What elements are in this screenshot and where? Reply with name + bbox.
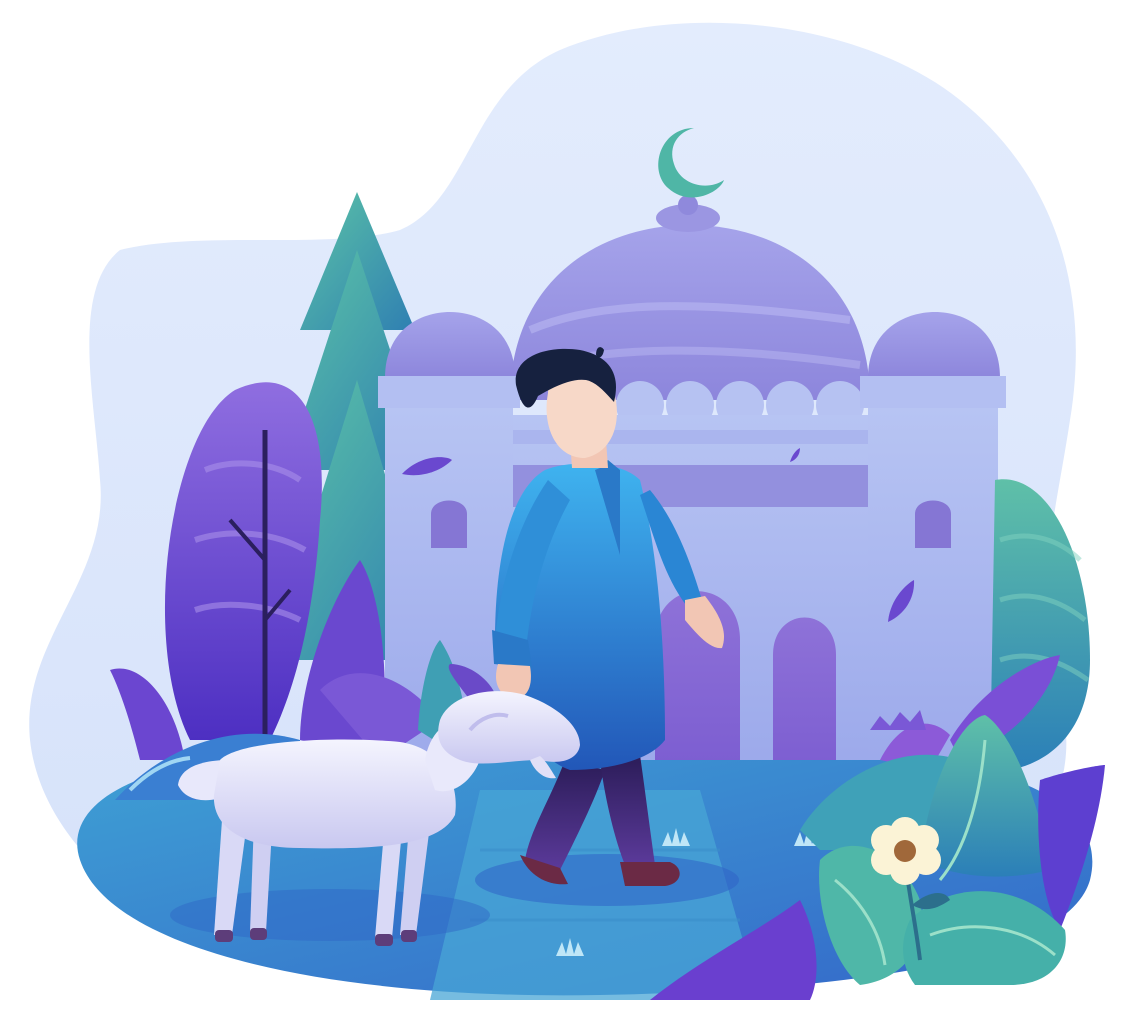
eid-scene-illustration <box>29 22 1105 1000</box>
flower-center <box>894 840 916 862</box>
